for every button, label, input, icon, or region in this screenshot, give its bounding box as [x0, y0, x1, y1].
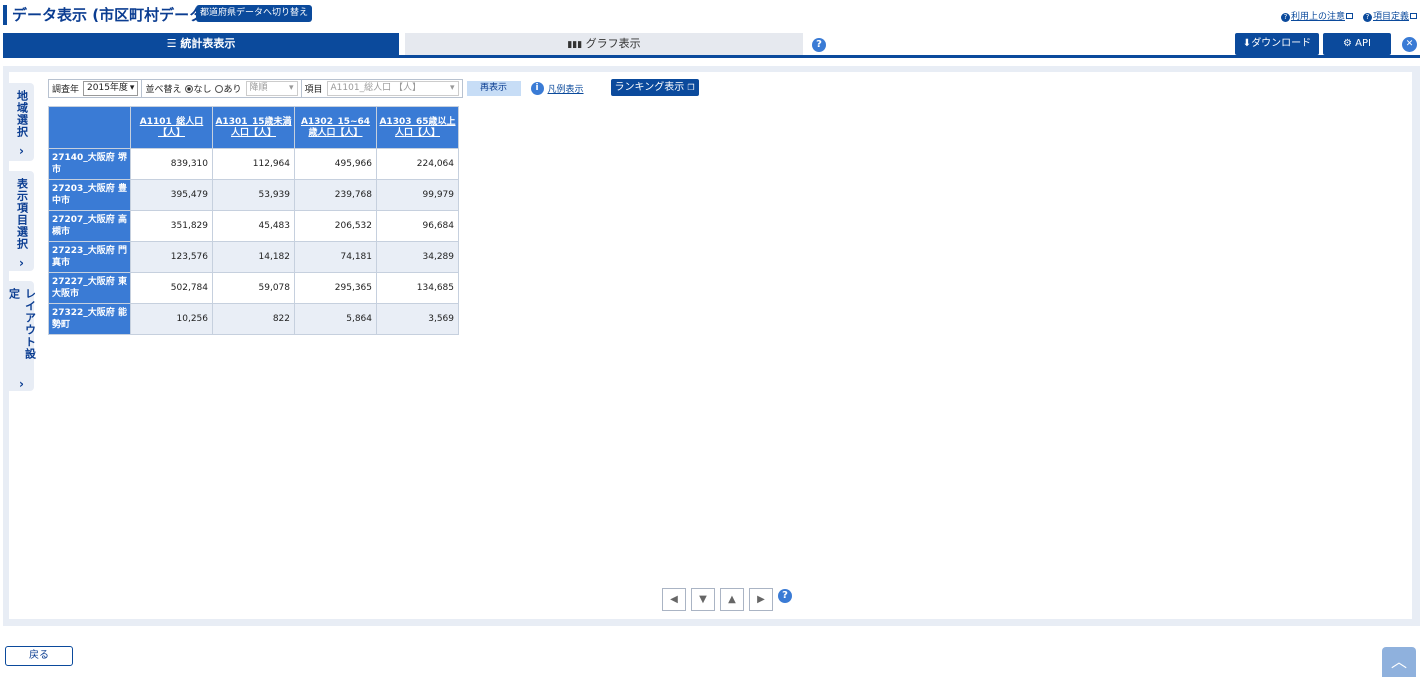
year-select[interactable]: 2015年度 ▾ — [83, 81, 139, 96]
external-link-icon — [1345, 13, 1353, 19]
row-header: 27227_大阪府 東大阪市 — [48, 272, 131, 304]
download-button[interactable]: ⬇ダウンロード — [1235, 33, 1319, 55]
list-icon: ☰ — [166, 37, 177, 50]
table-row: 27223_大阪府 門真市 123,576 14,182 74,181 34,2… — [48, 241, 459, 273]
help-icon[interactable]: ? — [812, 38, 826, 52]
window-icon: ❐ — [687, 82, 695, 92]
table-row: 27207_大阪府 高槻市 351,829 45,483 206,532 96,… — [48, 210, 459, 242]
info-icon: i — [530, 82, 544, 95]
table-cell: 74,181 — [294, 241, 377, 273]
tab-graph[interactable]: ▮▮▮ グラフ表示 — [405, 33, 803, 55]
row-header: 27223_大阪府 門真市 — [48, 241, 131, 273]
table-cell: 53,939 — [212, 179, 295, 211]
row-header: 27207_大阪府 高槻市 — [48, 210, 131, 242]
table-cell: 3,569 — [376, 303, 459, 335]
table-cell: 112,964 — [212, 148, 295, 180]
table-cell: 224,064 — [376, 148, 459, 180]
table-cell: 123,576 — [130, 241, 213, 273]
chevron-down-icon: ▾ — [449, 83, 455, 93]
download-icon: ⬇ — [1242, 38, 1252, 49]
top-links: ? 利用上の注意 ? 項目定義 — [1280, 9, 1417, 22]
scroll-right-button[interactable]: ▶ — [749, 588, 773, 611]
table-cell: 206,532 — [294, 210, 377, 242]
legend-link[interactable]: 凡例表示 — [548, 82, 584, 95]
chevron-down-icon: ▾ — [129, 83, 135, 93]
page-title: データ表示 (市区町村データ) — [12, 6, 211, 24]
table-cell: 822 — [212, 303, 295, 335]
switch-prefecture-button[interactable]: 都道府県データへ切り替え — [196, 5, 313, 22]
table-row: 27227_大阪府 東大阪市 502,784 59,078 295,365 13… — [48, 272, 459, 304]
column-header[interactable]: A1101_総人口【人】 — [130, 106, 213, 149]
back-button[interactable]: 戻る — [5, 646, 73, 666]
title-accent-bar — [3, 5, 7, 25]
external-link-icon — [1410, 13, 1417, 19]
header: データ表示 (市区町村データ) 都道府県データへ切り替え ? 利用上の注意 ? 項目… — [0, 0, 1423, 30]
redisplay-button[interactable]: 再表示 — [466, 81, 521, 96]
chevron-up-icon: ︿ — [1390, 652, 1407, 671]
content-panel: 地域選択 › 表示項目選択 › レイアウト設定 › 調査年 2015年度 ▾ 並べ… — [8, 72, 1412, 619]
scroll-top-button[interactable]: ︿ — [1382, 647, 1416, 677]
table-cell: 45,483 — [212, 210, 295, 242]
gear-icon: ⚙ — [1343, 38, 1352, 49]
table-cell: 295,365 — [294, 272, 377, 304]
column-header[interactable]: A1302_15~64歳人口【人】 — [294, 106, 377, 149]
table-cell: 839,310 — [130, 148, 213, 180]
controls-bar: 調査年 2015年度 ▾ 並べ替え なし あり 降順 ▾ 項目 A1101_総人口 … — [48, 78, 699, 98]
column-header[interactable]: A1301_15歳未満人口【人】 — [212, 106, 295, 149]
table-pager: ◀ ▼ ▲ ▶ ? — [662, 588, 792, 611]
sidebar-tab-layout[interactable]: レイアウト設定 › — [8, 281, 37, 391]
table-cell: 395,479 — [130, 179, 213, 211]
table-cell: 10,256 — [130, 303, 213, 335]
table-cell: 14,182 — [212, 241, 295, 273]
row-header: 27322_大阪府 能勢町 — [48, 303, 131, 335]
view-tabs: ☰ 統計表表示 ▮▮▮ グラフ表示 ? ⬇ダウンロード ⚙ API ✕ — [3, 33, 1420, 58]
table-row: 27140_大阪府 堺市 839,310 112,964 495,966 224… — [48, 148, 459, 180]
tab-stats-table[interactable]: ☰ 統計表表示 — [3, 33, 399, 55]
table-cell: 495,966 — [294, 148, 377, 180]
sidebar-tab-region[interactable]: 地域選択 › — [9, 83, 34, 161]
expand-icon[interactable]: ✕ — [1402, 37, 1417, 52]
bar-chart-icon: ▮▮▮ — [567, 40, 583, 50]
item-control: 項目 A1101_総人口 【人】 ▾ — [301, 79, 463, 98]
api-button[interactable]: ⚙ API — [1323, 33, 1391, 55]
question-icon: ? — [1362, 13, 1372, 22]
table-cell: 351,829 — [130, 210, 213, 242]
question-icon: ? — [1280, 13, 1290, 22]
order-select[interactable]: 降順 ▾ — [245, 81, 298, 96]
row-header: 27140_大阪府 堺市 — [48, 148, 131, 180]
corner-cell — [48, 106, 131, 149]
scroll-down-button[interactable]: ▼ — [691, 588, 715, 611]
sort-control: 並べ替え なし あり 降順 ▾ — [142, 79, 302, 98]
table-header-row: A1101_総人口【人】 A1301_15歳未満人口【人】 A1302_15~6… — [48, 106, 459, 149]
table-cell: 34,289 — [376, 241, 459, 273]
table-row: 27322_大阪府 能勢町 10,256 822 5,864 3,569 — [48, 303, 459, 335]
ranking-button[interactable]: ランキング表示 ❐ — [610, 78, 699, 96]
item-select[interactable]: A1101_総人口 【人】 ▾ — [326, 81, 459, 96]
chevron-right-icon: › — [19, 144, 24, 158]
table-cell: 99,979 — [376, 179, 459, 211]
table-cell: 239,768 — [294, 179, 377, 211]
table-cell: 134,685 — [376, 272, 459, 304]
year-control: 調査年 2015年度 ▾ — [48, 79, 143, 98]
scroll-left-button[interactable]: ◀ — [662, 588, 686, 611]
help-icon[interactable]: ? — [778, 588, 792, 603]
sort-none-radio[interactable]: なし — [185, 82, 211, 95]
table-cell: 5,864 — [294, 303, 377, 335]
notes-link[interactable]: ? 利用上の注意 — [1280, 9, 1353, 22]
table-cell: 502,784 — [130, 272, 213, 304]
table-row: 27203_大阪府 豊中市 395,479 53,939 239,768 99,… — [48, 179, 459, 211]
stats-table: A1101_総人口【人】 A1301_15歳未満人口【人】 A1302_15~6… — [48, 106, 459, 335]
chevron-right-icon: › — [19, 377, 24, 391]
sidebar-tab-items[interactable]: 表示項目選択 › — [9, 171, 34, 271]
column-header[interactable]: A1303_65歳以上人口【人】 — [376, 106, 459, 149]
sort-yes-radio[interactable]: あり — [215, 82, 242, 95]
main-area: 地域選択 › 表示項目選択 › レイアウト設定 › 調査年 2015年度 ▾ 並べ… — [3, 66, 1420, 626]
scroll-up-button[interactable]: ▲ — [720, 588, 744, 611]
chevron-right-icon: › — [19, 256, 24, 270]
chevron-down-icon: ▾ — [288, 83, 294, 93]
definitions-link[interactable]: ? 項目定義 — [1362, 9, 1417, 22]
table-cell: 96,684 — [376, 210, 459, 242]
table-cell: 59,078 — [212, 272, 295, 304]
row-header: 27203_大阪府 豊中市 — [48, 179, 131, 211]
